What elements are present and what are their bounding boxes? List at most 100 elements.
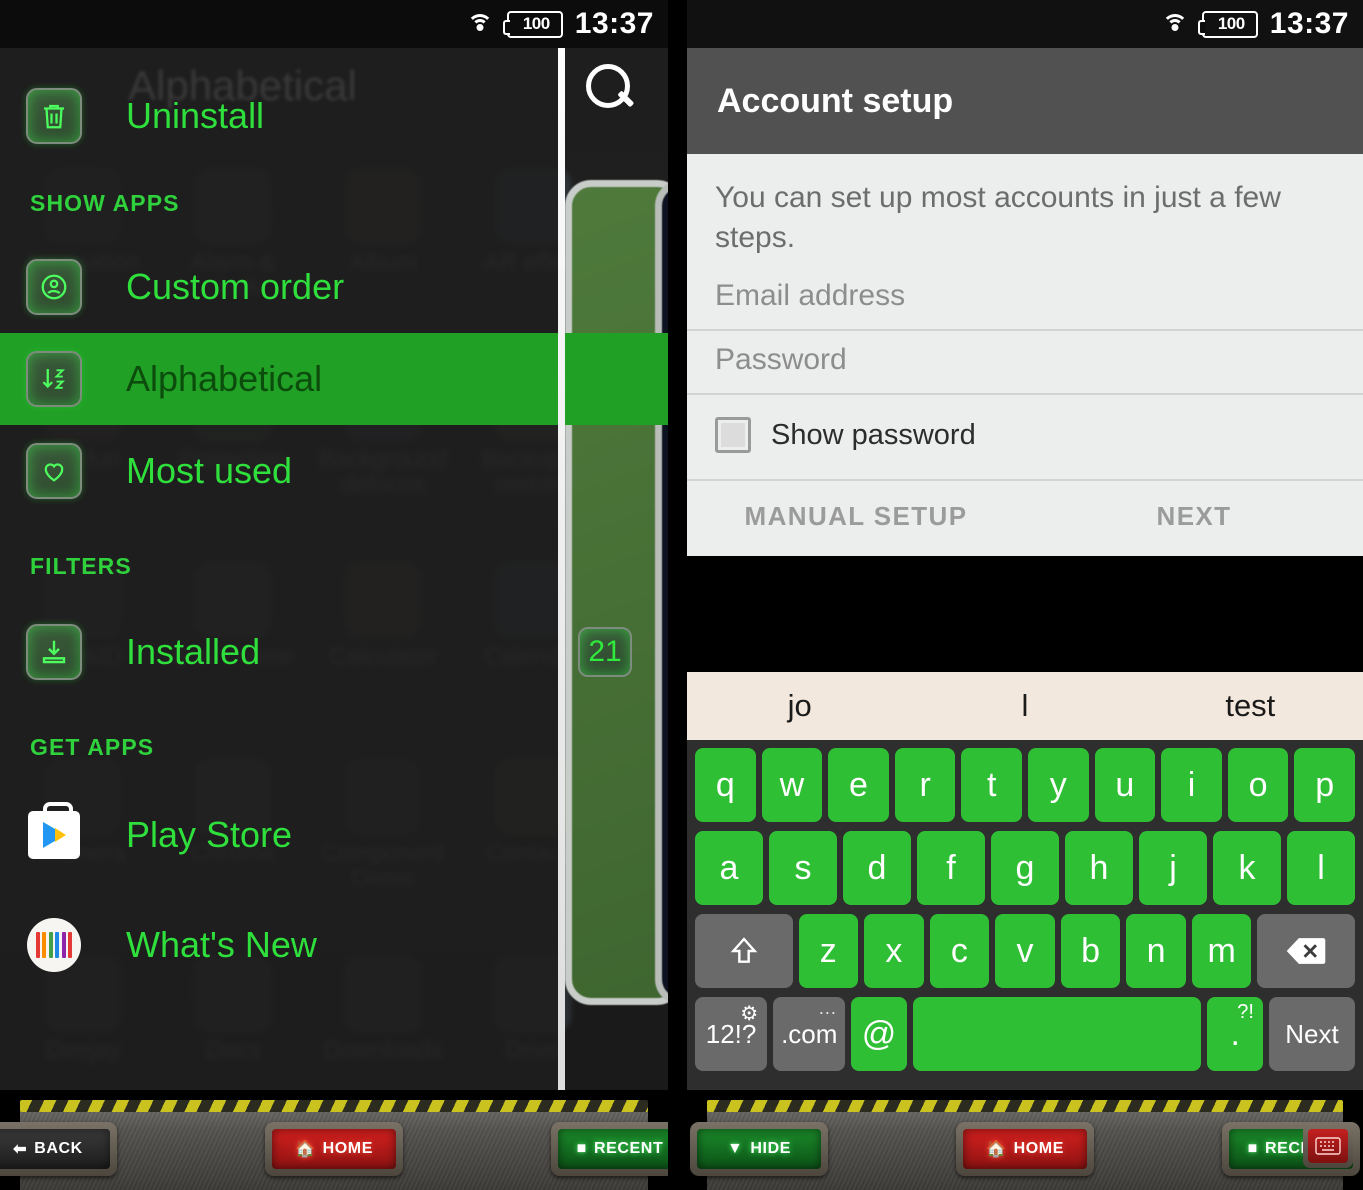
key-a[interactable]: a xyxy=(695,831,763,905)
keyboard-row-2: asdfghjkl xyxy=(691,831,1359,905)
battery-icon: 100 xyxy=(502,10,563,38)
at-key[interactable]: @ xyxy=(851,997,907,1071)
keyboard-toggle-button[interactable] xyxy=(1303,1124,1353,1168)
right-navigation-bar: ▼ HIDE 🏠 HOME ■ RECENT xyxy=(687,1090,1363,1190)
key-r[interactable]: r xyxy=(894,748,956,822)
key-t[interactable]: t xyxy=(961,748,1022,822)
nav-back-button[interactable]: ⬅ BACK xyxy=(0,1122,117,1176)
play-store-icon xyxy=(26,802,82,863)
key-d[interactable]: d xyxy=(843,831,911,905)
intro-text: You can set up most accounts in just a f… xyxy=(715,181,1281,254)
nav-hide-button[interactable]: ▼ HIDE xyxy=(690,1122,828,1176)
account-setup-app-bar: Account setup xyxy=(687,48,1363,154)
menu-item-label: Most used xyxy=(126,450,293,491)
show-password-checkbox[interactable]: Show password xyxy=(687,395,1363,482)
key-c[interactable]: c xyxy=(929,914,990,988)
search-icon xyxy=(584,62,636,114)
key-b[interactable]: b xyxy=(1060,914,1121,988)
symbols-key[interactable]: ⚙ 12!? xyxy=(695,997,768,1071)
nav-button-label: RECENT xyxy=(593,1140,664,1157)
key-q[interactable]: q xyxy=(695,748,756,822)
status-clock: 13:37 xyxy=(574,7,654,40)
right-phone-screen: 100 13:37 Account setup You can set up m… xyxy=(687,0,1363,1190)
menu-item-play-store[interactable]: Play Store xyxy=(0,789,668,881)
nav-button-label: HOME xyxy=(1013,1140,1064,1157)
key-z[interactable]: z xyxy=(798,914,859,988)
menu-item-installed[interactable]: Installed 21 xyxy=(0,606,668,698)
keyboard-row-4: ⚙ 12!? ··· .com @ ?! . Next xyxy=(691,997,1359,1071)
suggestion-bar: jo l test xyxy=(687,672,1363,740)
keyboard-row-1: qwertyuiop xyxy=(691,748,1359,822)
key-x[interactable]: x xyxy=(864,914,924,988)
search-button[interactable] xyxy=(584,62,636,114)
soft-keyboard: jo l test qwertyuiop asdfghjkl zxcvbnm ⚙… xyxy=(687,672,1363,1090)
trash-icon xyxy=(26,88,82,144)
key-o[interactable]: o xyxy=(1227,748,1289,822)
key-h[interactable]: h xyxy=(1065,831,1133,905)
nav-home-button[interactable]: 🏠 HOME xyxy=(265,1122,403,1176)
chevron-down-icon: ▼ xyxy=(726,1140,744,1157)
key-w[interactable]: w xyxy=(761,748,823,822)
key-n[interactable]: n xyxy=(1126,914,1186,988)
nav-recent-button[interactable]: ■ RECENT xyxy=(551,1122,668,1176)
email-field[interactable]: Email address xyxy=(687,267,1363,332)
menu-item-label: Installed xyxy=(126,631,261,672)
suggestion-item[interactable]: test xyxy=(1138,688,1363,724)
next-button[interactable]: NEXT xyxy=(1025,501,1363,532)
dotcom-more-icon: ··· xyxy=(818,1002,837,1022)
period-key[interactable]: ?! . xyxy=(1207,997,1263,1071)
manual-setup-button[interactable]: MANUAL SETUP xyxy=(687,501,1025,532)
menu-item-custom-order[interactable]: Custom order xyxy=(0,241,668,333)
backspace-key[interactable] xyxy=(1257,914,1355,988)
key-y[interactable]: y xyxy=(1028,748,1089,822)
menu-item-alphabetical[interactable]: Alphabetical xyxy=(0,333,668,425)
suggestion-item[interactable]: l xyxy=(912,688,1137,724)
enter-next-key[interactable]: Next xyxy=(1268,997,1355,1071)
nav-home-button[interactable]: 🏠 HOME xyxy=(956,1122,1094,1176)
home-icon: 🏠 xyxy=(295,1141,316,1158)
menu-item-whats-new[interactable]: What's New xyxy=(0,899,668,991)
key-k[interactable]: k xyxy=(1213,831,1281,905)
period-alt-label: ?! xyxy=(1237,1001,1254,1023)
key-i[interactable]: i xyxy=(1161,748,1222,822)
page-title: Account setup xyxy=(717,81,954,120)
wifi-icon xyxy=(465,12,495,36)
status-clock: 13:37 xyxy=(1269,7,1349,40)
menu-item-most-used[interactable]: Most used xyxy=(0,425,668,517)
menu-item-uninstall[interactable]: Uninstall xyxy=(0,66,668,166)
account-setup-form: You can set up most accounts in just a f… xyxy=(687,154,1363,557)
key-f[interactable]: f xyxy=(917,831,985,905)
key-g[interactable]: g xyxy=(991,831,1059,905)
key-e[interactable]: e xyxy=(828,748,889,822)
key-j[interactable]: j xyxy=(1139,831,1207,905)
key-v[interactable]: v xyxy=(995,914,1055,988)
person-badge-icon xyxy=(26,259,82,315)
suggestion-item[interactable]: jo xyxy=(687,688,912,724)
keyboard-row-3: zxcvbnm xyxy=(691,914,1359,988)
square-icon: ■ xyxy=(576,1140,587,1157)
key-s[interactable]: s xyxy=(769,831,837,905)
section-heading-show-apps: SHOW APPS xyxy=(30,190,180,216)
key-u[interactable]: u xyxy=(1094,748,1156,822)
whats-new-icon xyxy=(26,917,82,973)
battery-level: 100 xyxy=(1217,14,1245,33)
menu-item-label: What's New xyxy=(126,924,317,965)
sort-az-icon xyxy=(26,351,82,407)
key-m[interactable]: m xyxy=(1191,914,1252,988)
installed-count-badge: 21 xyxy=(578,627,632,677)
battery-level: 100 xyxy=(522,14,550,33)
space-key[interactable] xyxy=(912,997,1202,1071)
menu-item-label: Play Store xyxy=(126,814,293,855)
section-heading-get-apps: GET APPS xyxy=(30,734,155,760)
left-phone-screen: NavigationAlarm & clockAlbumAR effectAR … xyxy=(0,0,668,1190)
checkbox-icon xyxy=(715,417,751,454)
shift-key[interactable] xyxy=(695,914,793,988)
back-arrow-icon: ⬅ xyxy=(13,1141,28,1158)
home-icon: 🏠 xyxy=(986,1141,1007,1158)
right-status-bar: 100 13:37 xyxy=(687,0,1363,48)
password-field[interactable]: Password xyxy=(687,331,1363,396)
key-p[interactable]: p xyxy=(1294,748,1355,822)
dotcom-key[interactable]: ··· .com xyxy=(773,997,846,1071)
key-l[interactable]: l xyxy=(1287,831,1355,905)
menu-item-label: Alphabetical xyxy=(126,358,323,399)
